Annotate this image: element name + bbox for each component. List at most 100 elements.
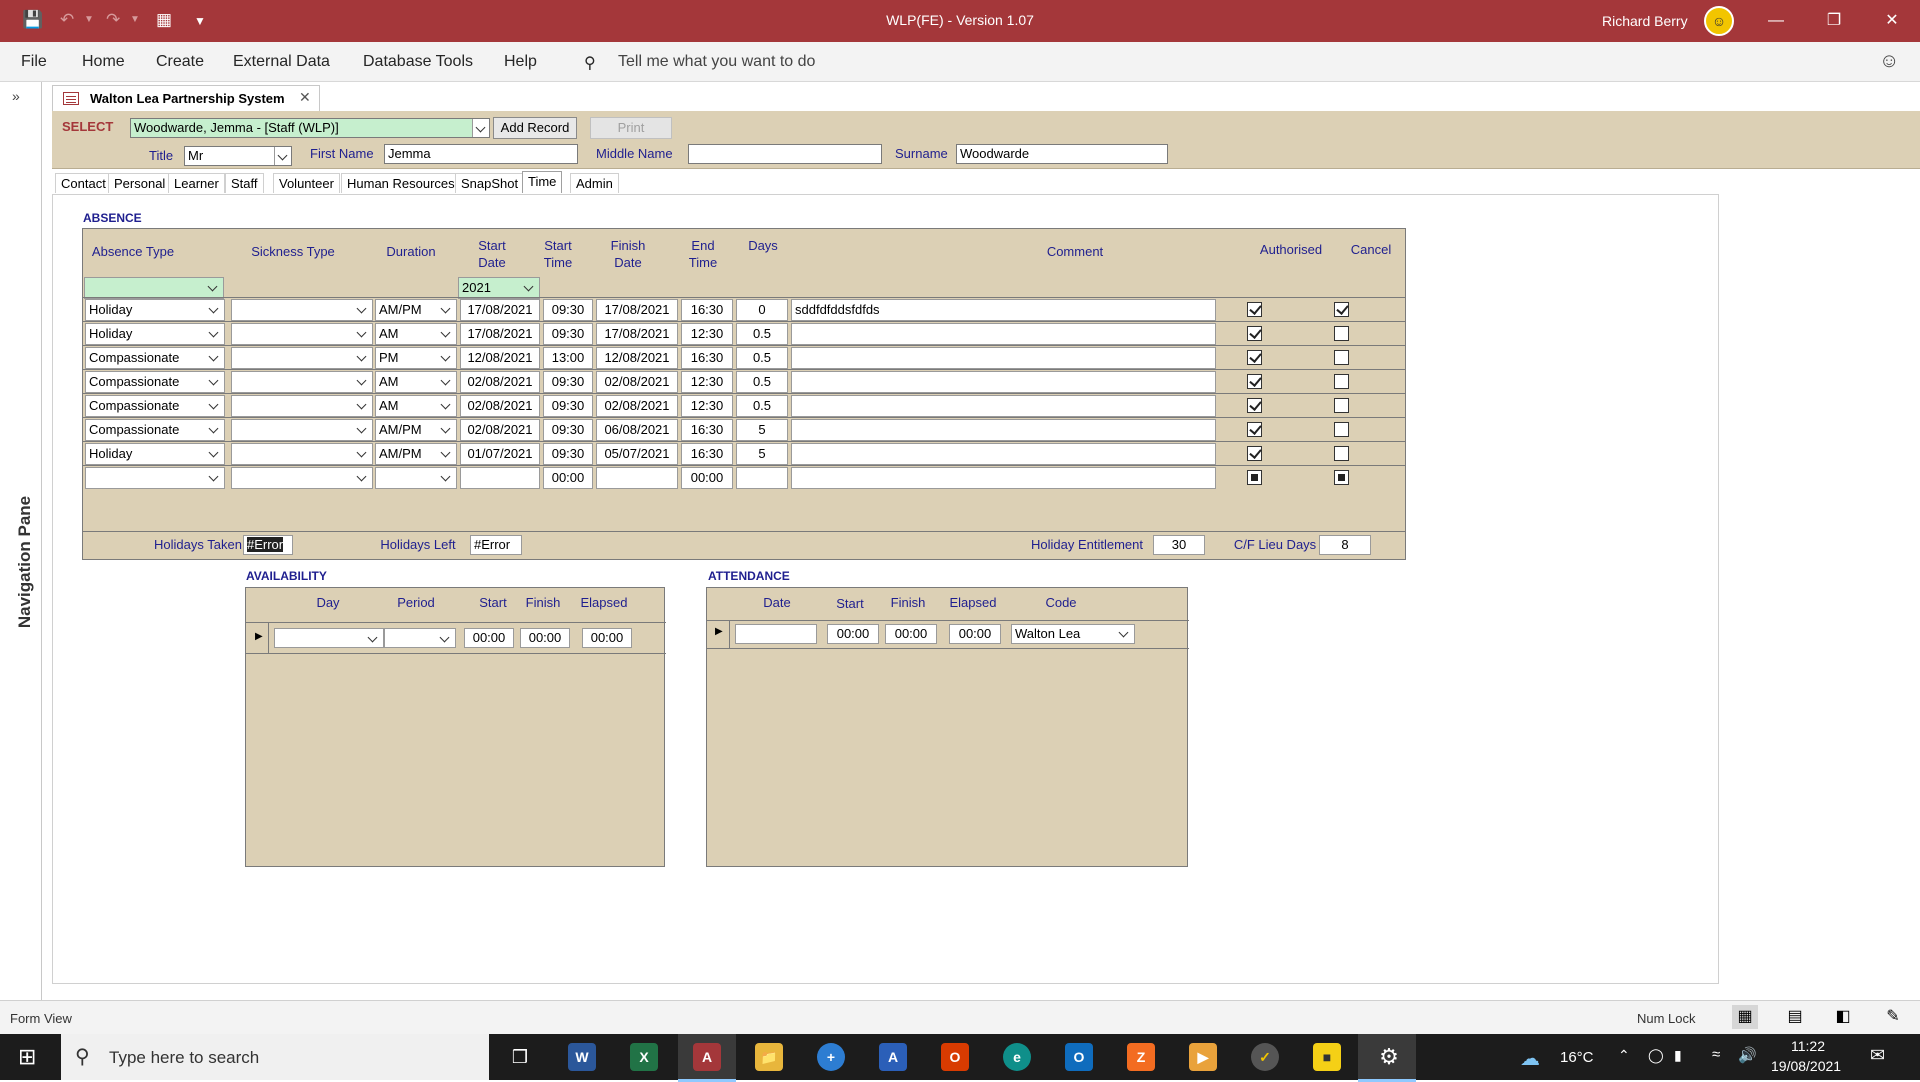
restore-button[interactable]: ❐	[1814, 8, 1854, 34]
weather-temperature[interactable]: 16°C	[1560, 1049, 1594, 1066]
sickness-type-dropdown-icon[interactable]	[353, 348, 371, 368]
absence-type-filter-dropdown-icon[interactable]	[204, 278, 222, 298]
close-tab-icon[interactable]: ✕	[299, 89, 311, 106]
day-dropdown-icon[interactable]	[364, 629, 382, 649]
tab-contact[interactable]: Contact	[55, 173, 112, 193]
absence-type-combo[interactable]	[85, 467, 225, 489]
tab-admin[interactable]: Admin	[570, 173, 619, 193]
show-hidden-icons-icon[interactable]: ⌃	[1618, 1047, 1630, 1064]
start-time-field[interactable]: 09:30	[543, 443, 593, 465]
comment-field[interactable]: sddfdfddsfdfds	[791, 299, 1216, 321]
comment-field[interactable]	[791, 419, 1216, 441]
end-time-field[interactable]: 16:30	[681, 443, 733, 465]
tab-learner[interactable]: Learner	[168, 173, 225, 193]
sickness-type-combo[interactable]	[231, 467, 373, 489]
start-date-field[interactable]: 02/08/2021	[460, 419, 540, 441]
user-name[interactable]: Richard Berry	[1602, 13, 1688, 29]
duration-dropdown-icon[interactable]	[437, 396, 455, 416]
sticky-notes-icon[interactable]: ■	[1313, 1043, 1341, 1071]
cancel-checkbox[interactable]	[1334, 374, 1349, 389]
comment-field[interactable]	[791, 467, 1216, 489]
absence-type-combo[interactable]: Compassionate	[85, 371, 225, 393]
absence-type-combo[interactable]: Holiday	[85, 299, 225, 321]
authorised-checkbox[interactable]	[1247, 302, 1262, 317]
absence-type-combo[interactable]: Holiday	[85, 443, 225, 465]
start-time-field[interactable]: 09:30	[543, 323, 593, 345]
sickness-type-dropdown-icon[interactable]	[353, 372, 371, 392]
days-field[interactable]	[736, 467, 788, 489]
cancel-checkbox[interactable]	[1334, 422, 1349, 437]
first-name-field[interactable]: Jemma	[384, 144, 578, 164]
outlook-icon[interactable]: O	[1065, 1043, 1093, 1071]
start-time-field[interactable]: 09:30	[543, 419, 593, 441]
avatar[interactable]: ☺	[1704, 6, 1734, 36]
days-field[interactable]: 0.5	[736, 395, 788, 417]
edge-icon[interactable]: e	[1003, 1043, 1031, 1071]
navigation-pane[interactable]: » Navigation Pane	[0, 82, 42, 1000]
start-date-field[interactable]: 17/08/2021	[460, 299, 540, 321]
surname-field[interactable]: Woodwarde	[956, 144, 1168, 164]
duration-dropdown-icon[interactable]	[437, 300, 455, 320]
finish-date-field[interactable]: 02/08/2021	[596, 395, 678, 417]
windows-start-icon[interactable]: ⊞	[18, 1044, 36, 1070]
finish-date-field[interactable]: 06/08/2021	[596, 419, 678, 441]
attendance-date-field[interactable]	[735, 624, 817, 644]
sickness-type-dropdown-icon[interactable]	[353, 444, 371, 464]
settings-icon[interactable]: ⚙	[1375, 1043, 1403, 1071]
volume-icon[interactable]: 🔊	[1738, 1046, 1757, 1064]
attendance-code-dropdown-icon[interactable]	[1115, 624, 1133, 644]
zoho-icon[interactable]: Z	[1127, 1043, 1155, 1071]
tab-create[interactable]: Create	[156, 53, 204, 71]
start-time-field[interactable]: 09:30	[543, 299, 593, 321]
absence-type-combo[interactable]: Holiday	[85, 323, 225, 345]
cancel-checkbox[interactable]	[1334, 350, 1349, 365]
finish-date-field[interactable]: 02/08/2021	[596, 371, 678, 393]
attendance-finish-field[interactable]: 00:00	[885, 624, 937, 644]
task-view-icon[interactable]: ❒	[506, 1043, 534, 1071]
excel-icon[interactable]: X	[630, 1043, 658, 1071]
layout-view-icon[interactable]: ◧	[1830, 1005, 1856, 1029]
attendance-elapsed-field[interactable]: 00:00	[949, 624, 1001, 644]
tab-file[interactable]: File	[21, 53, 47, 71]
authorised-checkbox[interactable]	[1247, 374, 1262, 389]
taskbar-search-box[interactable]: ⚲ Type here to search	[61, 1034, 489, 1080]
finish-date-field[interactable]: 17/08/2021	[596, 299, 678, 321]
days-field[interactable]: 0	[736, 299, 788, 321]
absence-type-dropdown-icon[interactable]	[205, 420, 223, 440]
availability-elapsed-field[interactable]: 00:00	[582, 628, 632, 648]
holidays-taken-field[interactable]: #Error	[243, 535, 293, 555]
sickness-type-dropdown-icon[interactable]	[353, 324, 371, 344]
clock-time[interactable]: 11:22	[1791, 1038, 1825, 1054]
days-field[interactable]: 5	[736, 419, 788, 441]
print-button[interactable]: Print	[590, 117, 672, 139]
azure-icon[interactable]: A	[879, 1043, 907, 1071]
sickness-type-dropdown-icon[interactable]	[353, 300, 371, 320]
record-selector-icon[interactable]: ▶	[255, 631, 263, 642]
absence-type-dropdown-icon[interactable]	[205, 444, 223, 464]
start-date-field[interactable]: 02/08/2021	[460, 371, 540, 393]
sickness-type-combo[interactable]	[231, 443, 373, 465]
select-combo[interactable]: Woodwarde, Jemma - [Staff (WLP)]	[130, 118, 490, 138]
sickness-type-dropdown-icon[interactable]	[353, 396, 371, 416]
absence-type-combo[interactable]: Compassionate	[85, 419, 225, 441]
file-explorer-icon[interactable]: 📁	[755, 1043, 783, 1071]
cancel-checkbox[interactable]	[1334, 302, 1349, 317]
absence-type-dropdown-icon[interactable]	[205, 300, 223, 320]
duration-dropdown-icon[interactable]	[437, 444, 455, 464]
duration-dropdown-icon[interactable]	[437, 420, 455, 440]
start-date-field[interactable]: 02/08/2021	[460, 395, 540, 417]
add-record-button[interactable]: Add Record	[493, 117, 577, 139]
tell-me-input[interactable]: Tell me what you want to do	[618, 53, 815, 71]
tab-volunteer[interactable]: Volunteer	[273, 173, 340, 193]
authorised-checkbox[interactable]	[1247, 326, 1262, 341]
sickness-type-combo[interactable]	[231, 323, 373, 345]
comment-field[interactable]	[791, 347, 1216, 369]
authorised-checkbox[interactable]	[1247, 350, 1262, 365]
end-time-field[interactable]: 00:00	[681, 467, 733, 489]
tab-human-resources[interactable]: Human Resources	[341, 173, 461, 193]
tab-personal[interactable]: Personal	[108, 173, 172, 193]
select-dropdown-icon[interactable]	[472, 119, 489, 137]
availability-finish-field[interactable]: 00:00	[520, 628, 570, 648]
days-field[interactable]: 5	[736, 443, 788, 465]
start-date-field[interactable]	[460, 467, 540, 489]
